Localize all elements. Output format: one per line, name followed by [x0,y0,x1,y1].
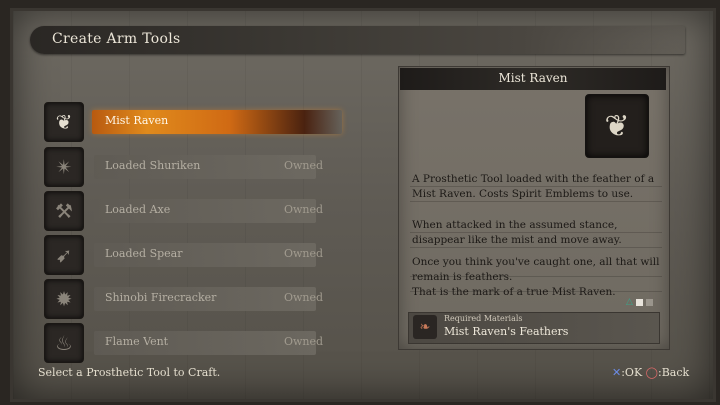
item-label: Mist Raven [105,114,169,127]
owned-status: Owned [284,291,324,304]
mist-raven-large-icon: ❦ [585,94,649,158]
item-label: Loaded Axe [105,203,171,216]
owned-status: Owned [284,335,324,348]
back-label: :Back [657,366,690,379]
shuriken-icon: ✴ [44,147,84,187]
description-paragraph: Once you think you've caught one, all th… [412,256,660,298]
firecracker-icon: ✹ [44,279,84,319]
feather-icon: ❧ [413,315,437,339]
cross-button-icon: ✕ [612,366,622,379]
triangle-button-icon: △ [626,297,633,307]
tool-list-item[interactable]: ♨ Flame Vent Owned [44,323,344,363]
page-indicator: △ [626,297,653,307]
ok-prompt[interactable]: ✕:OK [612,366,642,379]
description-paragraph: A Prosthetic Tool loaded with the feathe… [412,173,655,200]
owned-status: Owned [284,247,324,260]
tool-list-item[interactable]: ✴ Loaded Shuriken Owned [44,147,344,187]
tool-list-item[interactable]: ⚒ Loaded Axe Owned [44,191,344,231]
description-paragraph: When attacked in the assumed stance, dis… [412,219,622,246]
flame-vent-icon: ♨ [44,323,84,363]
tool-list-item[interactable]: ➹ Loaded Spear Owned [44,235,344,275]
required-materials-label: Required Materials [444,314,523,323]
mist-raven-icon: ❦ [44,102,84,142]
ok-label: :OK [621,366,643,379]
circle-button-icon: ◯ [645,366,658,379]
hint-text: Select a Prosthetic Tool to Craft. [38,366,221,379]
page-dot [645,298,653,306]
spear-icon: ➹ [44,235,84,275]
tool-list-item[interactable]: ✹ Shinobi Firecracker Owned [44,279,344,319]
page-dot-active [635,298,643,306]
axe-icon: ⚒ [44,191,84,231]
item-label: Shinobi Firecracker [105,291,217,304]
item-label: Flame Vent [105,335,169,348]
owned-status: Owned [284,159,324,172]
item-label: Loaded Shuriken [105,159,201,172]
detail-title: Mist Raven [498,71,568,85]
tool-list-item[interactable]: ❦ Mist Raven [44,102,344,142]
item-label: Loaded Spear [105,247,183,260]
back-prompt[interactable]: ◯:Back [646,366,690,379]
owned-status: Owned [284,203,324,216]
button-prompts: ✕:OK ◯:Back [612,366,689,379]
page-title: Create Arm Tools [52,31,181,47]
material-name: Mist Raven's Feathers [444,325,569,338]
